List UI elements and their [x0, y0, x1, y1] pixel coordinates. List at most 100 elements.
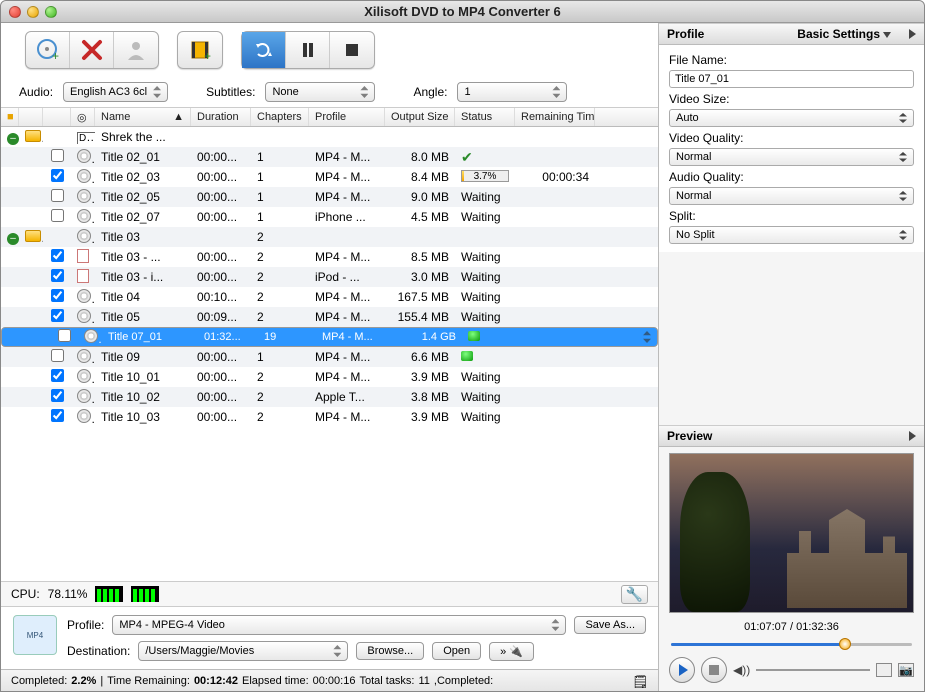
preview-stop-button[interactable]: [701, 657, 727, 683]
row-name: Title 10_02: [95, 390, 191, 404]
row-chapters: 2: [251, 390, 309, 404]
table-row[interactable]: Title 02_0700:00...1iPhone ...4.5 MBWait…: [1, 207, 658, 227]
remove-button[interactable]: [70, 32, 114, 68]
post-action-button[interactable]: » 🔌: [489, 642, 534, 661]
col-profile[interactable]: Profile: [309, 108, 385, 126]
col-type-icon[interactable]: ◎: [71, 108, 95, 126]
save-as-button[interactable]: Save As...: [574, 616, 646, 634]
log-button[interactable]: 🗒: [632, 674, 648, 688]
audio-quality-select[interactable]: Normal: [669, 187, 914, 205]
row-chapters: 1: [251, 150, 309, 164]
table-row[interactable]: Title 0400:10...2MP4 - M...167.5 MBWaiti…: [1, 287, 658, 307]
video-size-select[interactable]: Auto: [669, 109, 914, 127]
row-checkbox[interactable]: [43, 409, 71, 425]
video-quality-select[interactable]: Normal: [669, 148, 914, 166]
col-remaining[interactable]: Remaining Time: [515, 108, 595, 126]
table-row[interactable]: Title 07_0101:32...19MP4 - M...1.4 GB: [1, 327, 658, 347]
basic-settings-menu[interactable]: Basic Settings: [797, 27, 891, 41]
row-checkbox[interactable]: [43, 189, 71, 205]
row-duration: 00:10...: [191, 290, 251, 304]
row-remaining: 00:00:34: [515, 170, 595, 184]
row-name: Title 02_05: [95, 190, 191, 204]
angle-select[interactable]: 1: [457, 82, 567, 102]
row-profile: MP4 - M...: [309, 190, 385, 204]
table-row[interactable]: Title 02_0500:00...1MP4 - M...9.0 MBWait…: [1, 187, 658, 207]
row-checkbox[interactable]: [50, 329, 78, 345]
table-row[interactable]: Title 02_0300:00...1MP4 - M...8.4 MB3.7%…: [1, 167, 658, 187]
titlebar: Xilisoft DVD to MP4 Converter 6: [1, 1, 924, 23]
preview-panel-toggle[interactable]: [909, 431, 916, 441]
browse-button[interactable]: Browse...: [356, 642, 424, 660]
table-row[interactable]: Title 03 - ...00:00...2MP4 - M...8.5 MBW…: [1, 247, 658, 267]
table-row[interactable]: Title 02_0100:00...1MP4 - M...8.0 MB✔: [1, 147, 658, 167]
volume-slider[interactable]: [756, 664, 870, 676]
row-checkbox[interactable]: [43, 209, 71, 225]
folder-icon: [19, 130, 43, 145]
table-row[interactable]: Title 10_0300:00...2MP4 - M...3.9 MBWait…: [1, 407, 658, 427]
preview-video[interactable]: [669, 453, 914, 613]
expand-toggle[interactable]: –: [1, 230, 19, 245]
col-expand[interactable]: ■: [1, 108, 19, 126]
row-profile: iPod - ...: [309, 270, 385, 284]
col-chapters[interactable]: Chapters: [251, 108, 309, 126]
row-checkbox[interactable]: [43, 169, 71, 185]
expand-toggle[interactable]: –: [1, 130, 19, 145]
row-checkbox[interactable]: [43, 149, 71, 165]
row-profile: MP4 - M...: [316, 331, 392, 343]
table-row[interactable]: –DQShrek the ...: [1, 127, 658, 147]
profile-panel-header: Profile Basic Settings: [659, 23, 924, 45]
row-size: 167.5 MB: [385, 290, 455, 304]
open-button[interactable]: Open: [432, 642, 481, 660]
row-chapters: 1: [251, 170, 309, 184]
fullscreen-button[interactable]: [876, 663, 892, 677]
row-checkbox[interactable]: [43, 369, 71, 385]
table-row[interactable]: –Title 032: [1, 227, 658, 247]
row-checkbox[interactable]: [43, 389, 71, 405]
stop-button[interactable]: [330, 32, 374, 68]
row-checkbox[interactable]: [43, 249, 71, 265]
row-status: Waiting: [455, 310, 515, 324]
main-toolbar: + +: [1, 23, 658, 77]
preview-seek-slider[interactable]: [671, 637, 912, 651]
mute-icon[interactable]: ◀)): [733, 663, 750, 677]
file-name-input[interactable]: [669, 70, 914, 88]
table-row[interactable]: Title 10_0100:00...2MP4 - M...3.9 MBWait…: [1, 367, 658, 387]
profile-select[interactable]: MP4 - MPEG-4 Video: [112, 615, 566, 635]
status-bar: Completed: 2.2% | Time Remaining: 00:12:…: [1, 669, 658, 691]
task-table[interactable]: –DQShrek the ...Title 02_0100:00...1MP4 …: [1, 127, 658, 581]
row-checkbox[interactable]: [43, 269, 71, 285]
table-row[interactable]: Title 10_0200:00...2Apple T...3.8 MBWait…: [1, 387, 658, 407]
col-duration[interactable]: Duration: [191, 108, 251, 126]
row-profile: MP4 - M...: [309, 290, 385, 304]
row-name: Title 02_01: [95, 150, 191, 164]
row-status: ✔: [455, 149, 515, 166]
row-checkbox[interactable]: [43, 309, 71, 325]
subtitles-select[interactable]: None: [265, 82, 375, 102]
pause-button[interactable]: [286, 32, 330, 68]
row-checkbox[interactable]: [43, 349, 71, 365]
table-row[interactable]: Title 0500:09...2MP4 - M...155.4 MBWaiti…: [1, 307, 658, 327]
clip-button[interactable]: +: [178, 32, 222, 68]
destination-select[interactable]: /Users/Maggie/Movies: [138, 641, 348, 661]
preview-play-button[interactable]: [669, 657, 695, 683]
split-select[interactable]: No Split: [669, 226, 914, 244]
type-icon: [71, 149, 95, 166]
type-icon: [71, 369, 95, 386]
settings-button[interactable]: 🔧: [621, 585, 648, 604]
profile-panel-toggle[interactable]: [909, 29, 916, 39]
account-button[interactable]: [114, 32, 158, 68]
col-status[interactable]: Status: [455, 108, 515, 126]
video-size-label: Video Size:: [669, 92, 914, 106]
table-row[interactable]: Title 0900:00...1MP4 - M...6.6 MB: [1, 347, 658, 367]
table-row[interactable]: Title 03 - i...00:00...2iPod - ...3.0 MB…: [1, 267, 658, 287]
add-disc-button[interactable]: +: [26, 32, 70, 68]
row-chapters: 2: [251, 270, 309, 284]
convert-button[interactable]: [242, 32, 286, 68]
row-name: Title 07_01: [102, 331, 198, 343]
audio-select[interactable]: English AC3 6cl: [63, 82, 168, 102]
col-name[interactable]: Name ▲: [95, 108, 191, 126]
col-output-size[interactable]: Output Size: [385, 108, 455, 126]
row-checkbox[interactable]: [43, 289, 71, 305]
snapshot-button[interactable]: 📷: [898, 663, 914, 677]
row-size: 155.4 MB: [385, 310, 455, 324]
